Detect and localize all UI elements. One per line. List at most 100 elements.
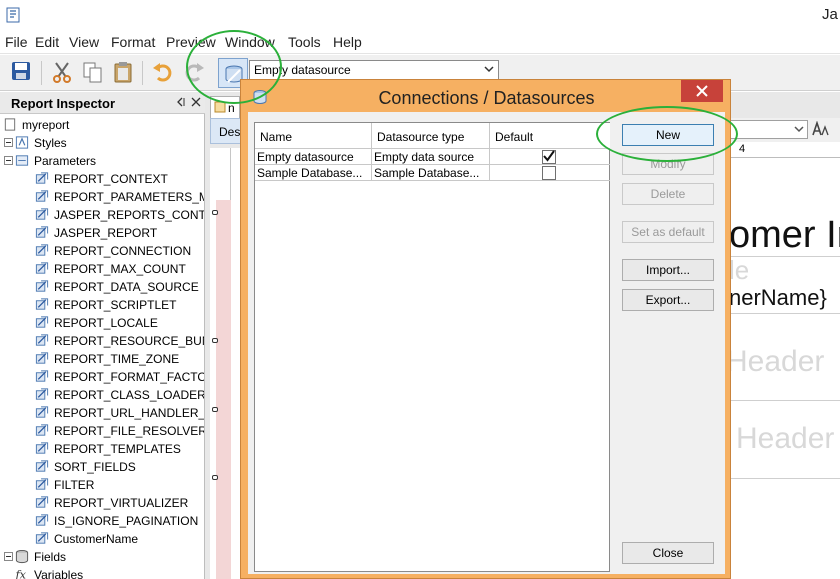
expand-toggle-icon[interactable] [4,156,13,165]
default-checkbox[interactable] [542,150,556,164]
jasper-app-icon [6,7,20,23]
table-row-cell-name[interactable]: Sample Database... [255,165,372,181]
tree-item[interactable]: REPORT_LOCALE [0,314,205,332]
tree-item[interactable]: REPORT_CLASS_LOADER [0,386,205,404]
menu-help[interactable]: Help [333,34,362,50]
parameter-icon [35,514,49,526]
ruler-band-marker[interactable] [212,407,218,412]
ruler-band-marker[interactable] [212,338,218,343]
tree-item[interactable]: myreport [0,116,205,134]
tree-item[interactable]: REPORT_VIRTUALIZER [0,494,205,512]
column-header-label: Default [495,130,534,144]
tree-item[interactable]: REPORT_PARAMETERS_M [0,188,205,206]
menu-tools[interactable]: Tools [288,34,321,50]
band-divider [729,478,840,479]
table-row-cell-type[interactable]: Sample Database... [372,165,490,181]
menu-file[interactable]: File [5,34,28,50]
tree-item[interactable]: REPORT_CONTEXT [0,170,205,188]
parameter-icon [35,532,49,544]
default-checkbox[interactable] [542,166,556,180]
ruler-band-marker[interactable] [212,210,218,215]
chevron-down-icon [484,66,494,73]
dialog-close-button[interactable] [681,80,723,102]
design-tab-label: Des [219,125,241,139]
menu-format[interactable]: Format [111,34,155,50]
report-inspector-header: Report Inspector [0,92,205,114]
parameter-icon [35,280,49,292]
menu-edit[interactable]: Edit [35,34,59,50]
tree-item[interactable]: REPORT_FORMAT_FACTO [0,368,205,386]
parameter-icon [35,442,49,454]
tree-item[interactable]: SORT_FIELDS [0,458,205,476]
close-icon [696,85,708,97]
tree-item[interactable]: JASPER_REPORTS_CONT [0,206,205,224]
menu-bar: File Edit View Format Preview Window Too… [0,32,840,54]
column-header-default[interactable]: Default [490,123,610,149]
band-divider [729,400,840,401]
import-button[interactable]: Import... [622,259,714,281]
chevron-down-icon [794,126,804,133]
column-header-name[interactable]: Name [255,123,372,149]
set-as-default-button[interactable]: Set as default [622,221,714,243]
datasource-table: Name Datasource type Default Empty datas… [254,122,610,572]
tree-item[interactable]: IS_IGNORE_PAGINATION [0,512,205,530]
paste-icon[interactable] [111,59,137,85]
fields-icon [15,549,29,564]
menu-view[interactable]: View [69,34,99,50]
tree-item[interactable]: REPORT_FILE_RESOLVER [0,422,205,440]
expand-toggle-icon[interactable] [4,552,13,561]
parameter-icon [35,298,49,310]
tree-item-label: REPORT_VIRTUALIZER [54,496,189,510]
close-button[interactable]: Close [622,542,714,564]
tree-item-label: Fields [34,550,67,564]
tree-item[interactable]: Parameters [0,152,205,170]
window-title: Ja [822,6,838,23]
tree-item[interactable]: REPORT_URL_HANDLER_F [0,404,205,422]
parameter-icon [35,496,49,508]
column-header-type[interactable]: Datasource type [372,123,490,149]
copy-icon[interactable] [80,59,106,85]
font-select[interactable] [730,120,808,139]
tree-item[interactable]: JASPER_REPORT [0,224,205,242]
tree-item-label: REPORT_CLASS_LOADER [54,388,204,402]
table-row-cell-default [490,165,610,181]
tree-item[interactable]: REPORT_SCRIPTLET [0,296,205,314]
font-size-icon[interactable] [812,121,830,137]
delete-button[interactable]: Delete [622,183,714,205]
tree-item-label: REPORT_RESOURCE_BUN [54,334,204,348]
tree-item[interactable]: Fields [0,548,205,566]
undo-icon[interactable] [150,59,176,85]
ruler-band-marker[interactable] [212,475,218,480]
tree-item[interactable]: REPORT_TEMPLATES [0,440,205,458]
tree-item[interactable]: fx Variables [0,566,205,579]
report-title-text[interactable]: omer In [729,214,840,257]
checkmark-icon [543,150,555,162]
design-tab[interactable]: Des [210,118,242,144]
cut-icon[interactable] [49,59,75,85]
tree-item[interactable]: REPORT_CONNECTION [0,242,205,260]
ruler-number: 4 [739,143,746,155]
tree-item-label: REPORT_PARAMETERS_M [54,190,204,204]
parameter-icon [35,334,49,346]
toolbar-separator [41,61,42,85]
close-panel-icon[interactable] [191,97,201,107]
cell-text: Sample Database... [374,166,480,180]
tree-item[interactable]: REPORT_MAX_COUNT [0,260,205,278]
table-row-cell-name[interactable]: Empty datasource [255,149,372,165]
parameter-icon [35,190,49,202]
annotation-circle-datasource [186,30,282,104]
minimize-panel-icon[interactable] [176,97,186,107]
tree-item[interactable]: REPORT_RESOURCE_BUN [0,332,205,350]
cell-text: Empty data source [374,150,475,164]
table-row-cell-type[interactable]: Empty data source [372,149,490,165]
save-icon[interactable] [9,59,35,85]
tree-item[interactable]: REPORT_DATA_SOURCE [0,278,205,296]
tree-item[interactable]: CustomerName [0,530,205,548]
tree-item[interactable]: REPORT_TIME_ZONE [0,350,205,368]
export-button[interactable]: Export... [622,289,714,311]
datasource-select[interactable]: Empty datasource [249,60,499,80]
tree-item[interactable]: FILTER [0,476,205,494]
tree-item[interactable]: Styles [0,134,205,152]
expand-toggle-icon[interactable] [4,138,13,147]
customer-name-field[interactable]: nerName} [729,285,827,311]
